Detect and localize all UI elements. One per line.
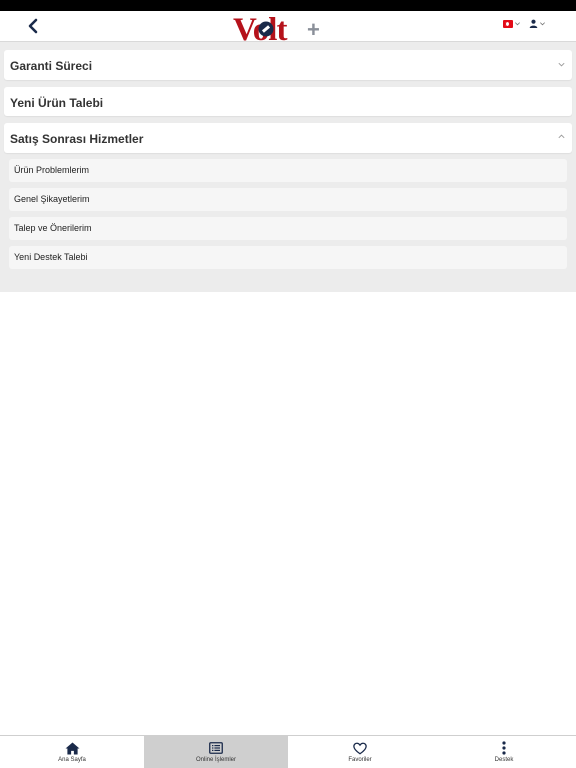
sub-item-yeni-destek-talebi[interactable]: Yeni Destek Talebi [9, 246, 567, 269]
nav-tab-ana-sayfa[interactable]: Ana Sayfa [0, 736, 144, 768]
accordion-satis-sonrasi-hizmetler[interactable]: Satış Sonrası Hizmetler [4, 123, 572, 153]
nav-tab-online-islemler[interactable]: Online İşlemler [144, 736, 288, 768]
sub-item-talep-ve-onerilerim[interactable]: Talep ve Önerilerim [9, 217, 567, 240]
back-button[interactable] [22, 15, 44, 37]
status-bar [0, 0, 576, 11]
language-selector[interactable] [503, 19, 521, 28]
sub-item-label: Genel Şikayetlerim [14, 194, 90, 204]
accordion-title: Yeni Ürün Talebi [10, 96, 104, 110]
header-actions [503, 19, 546, 28]
user-icon [529, 19, 538, 28]
nav-label: Destek [494, 757, 514, 763]
nav-tab-destek[interactable]: Destek [432, 736, 576, 768]
heart-icon [353, 742, 367, 755]
more-vertical-icon [502, 741, 506, 755]
turkey-flag-icon [503, 19, 513, 28]
chevron-down-icon [540, 22, 545, 26]
nav-label: Ana Sayfa [58, 757, 86, 763]
sub-item-label: Talep ve Önerilerim [14, 223, 92, 233]
sub-item-label: Ürün Problemlerim [14, 165, 90, 175]
user-menu[interactable] [529, 19, 546, 28]
nav-tab-favoriler[interactable]: Favoriler [288, 736, 432, 768]
chevron-down-icon [558, 62, 565, 67]
volt-logo: Volt + [233, 11, 329, 48]
list-icon [209, 742, 223, 754]
plug-icon [258, 21, 274, 37]
accordion-yeni-urun-talebi[interactable]: Yeni Ürün Talebi [4, 87, 572, 116]
chevron-left-icon [28, 18, 38, 34]
sub-item-urun-problemlerim[interactable]: Ürün Problemlerim [9, 159, 567, 182]
home-icon [65, 741, 79, 755]
app-header: Volt + [0, 11, 576, 48]
sub-item-genel-sikayetlerim[interactable]: Genel Şikayetlerim [9, 188, 567, 211]
nav-label: Favoriler [348, 757, 372, 763]
chevron-down-icon [515, 22, 520, 26]
logo-plus: + [307, 17, 320, 42]
sub-item-label: Yeni Destek Talebi [14, 252, 88, 262]
bottom-navigation: Ana Sayfa Online İşlemler Favoriler Dest… [0, 735, 576, 768]
accordion-garanti-sureci[interactable]: Garanti Süreci [4, 50, 572, 80]
chevron-up-icon [558, 134, 565, 139]
main-content: Garanti Süreci Yeni Ürün Talebi Satış So… [0, 42, 576, 292]
accordion-title: Satış Sonrası Hizmetler [10, 132, 144, 146]
nav-label: Online İşlemler [195, 757, 236, 763]
accordion-title: Garanti Süreci [10, 59, 93, 73]
